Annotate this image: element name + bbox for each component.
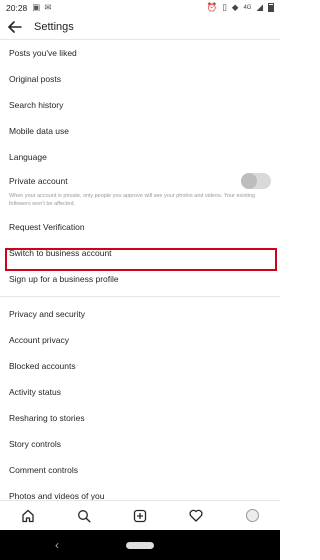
page-title: Settings: [34, 21, 74, 33]
add-post-icon[interactable]: [129, 505, 151, 527]
settings-item-posts-liked[interactable]: Posts you've liked: [0, 40, 280, 66]
alarm-icon: ⏰: [206, 2, 218, 12]
settings-item-comment-controls[interactable]: Comment controls: [0, 457, 280, 483]
section-header-privacy-security: Privacy and security: [9, 309, 86, 319]
email-icon: ✉: [44, 2, 52, 12]
system-nav-bar: ‹: [0, 530, 280, 560]
settings-item-search-history[interactable]: Search history: [0, 92, 280, 118]
network-indicator: 4G: [243, 4, 252, 11]
toggle-knob: [241, 173, 257, 189]
settings-item-private-account[interactable]: Private account: [0, 170, 280, 192]
section-divider: [0, 296, 280, 297]
search-icon[interactable]: [73, 505, 95, 527]
avatar: [245, 509, 259, 522]
settings-item-language[interactable]: Language: [0, 144, 280, 170]
heart-icon[interactable]: [185, 505, 207, 527]
gallery-icon: ▣: [32, 2, 41, 12]
battery-icon: [268, 3, 274, 12]
private-account-toggle[interactable]: [241, 173, 271, 189]
settings-item-account-privacy[interactable]: Account privacy: [0, 327, 280, 353]
settings-item-request-verification[interactable]: Request Verification: [0, 214, 280, 240]
bottom-nav: [0, 500, 280, 530]
home-icon[interactable]: [17, 505, 39, 527]
settings-list: Posts you've liked Original posts Search…: [0, 40, 280, 500]
private-account-description: When your account is private, only peopl…: [9, 193, 256, 207]
settings-item-original-posts[interactable]: Original posts: [0, 66, 280, 92]
settings-item-mobile-data[interactable]: Mobile data use: [0, 118, 280, 144]
status-bar: 20:28 ▣ ✉ ⏰ ▯ ◆ 4G ◢: [0, 0, 280, 15]
back-arrow-icon[interactable]: [8, 19, 24, 35]
wifi-icon: ◆: [231, 2, 239, 12]
settings-item-business-profile[interactable]: Sign up for a business profile: [0, 266, 280, 292]
signal-icon: ◢: [256, 2, 263, 12]
profile-tab[interactable]: [241, 505, 263, 527]
vibrate-icon: ▯: [222, 2, 227, 12]
settings-item-blocked-accounts[interactable]: Blocked accounts: [0, 353, 280, 379]
system-back-icon[interactable]: ‹: [55, 538, 59, 552]
header-bar: Settings: [0, 15, 280, 40]
settings-item-photos-videos[interactable]: Photos and videos of you: [0, 483, 280, 500]
settings-item-activity-status[interactable]: Activity status: [0, 379, 280, 405]
settings-item-story-controls[interactable]: Story controls: [0, 431, 280, 457]
private-account-label: Private account: [9, 176, 68, 186]
status-time: 20:28: [6, 2, 28, 13]
home-pill[interactable]: [126, 541, 154, 549]
settings-item-switch-business[interactable]: Switch to business account: [0, 240, 280, 266]
settings-item-resharing-stories[interactable]: Resharing to stories: [0, 405, 280, 431]
